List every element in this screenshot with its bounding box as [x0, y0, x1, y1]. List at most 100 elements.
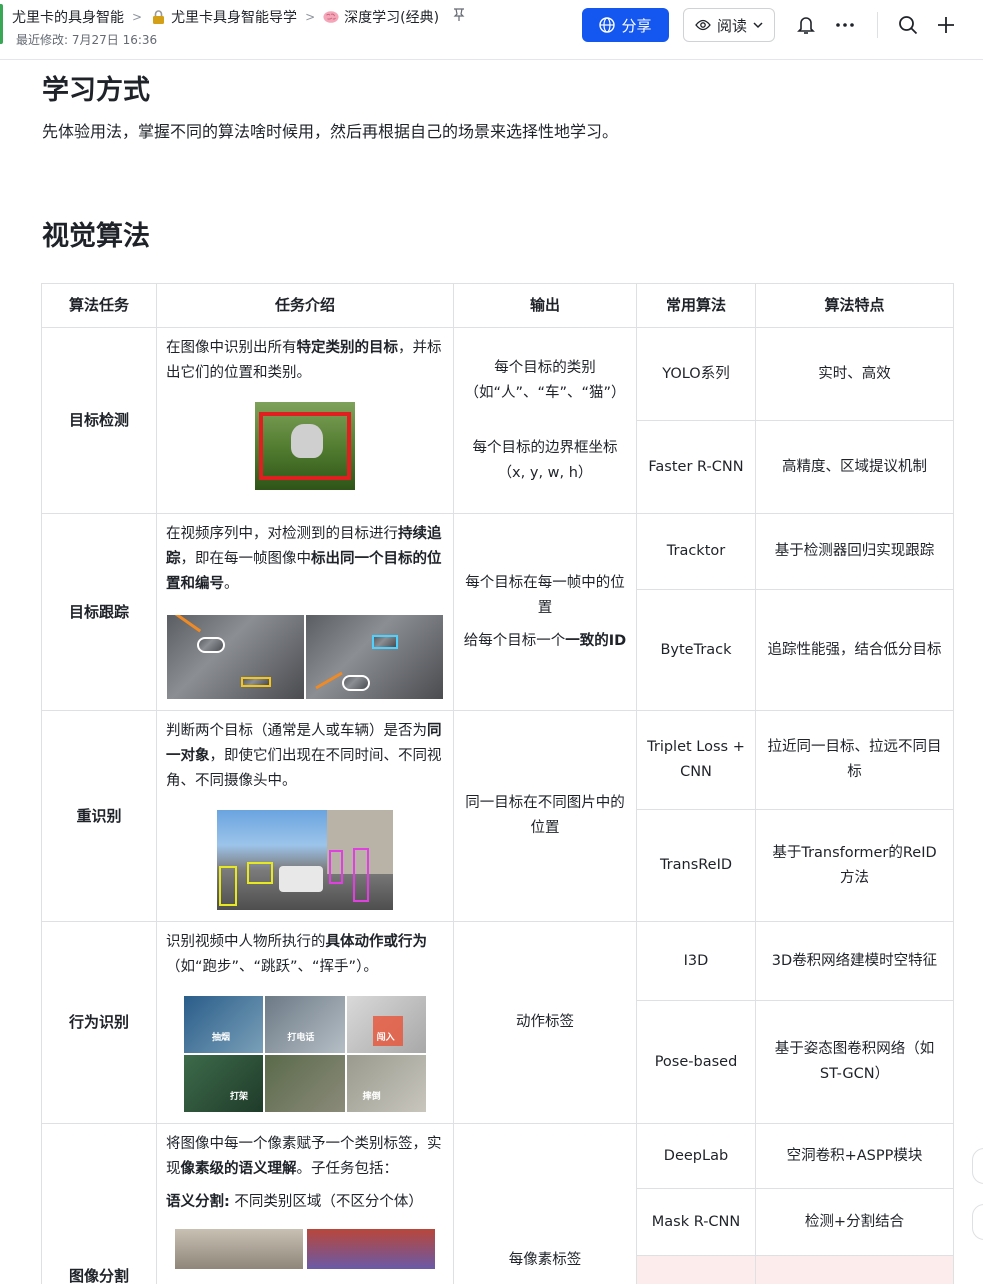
- feature-cell: 基于Transformer的ReID方法: [755, 809, 954, 922]
- intro-text: 。子任务包括：: [296, 1161, 399, 1177]
- subtask-label: 语义分割:: [166, 1194, 230, 1210]
- breadcrumb-item-guide[interactable]: 尤里卡具身智能导学: [171, 7, 297, 27]
- algorithm-cell: TransReID: [636, 809, 756, 922]
- intro-bold: 像素级的语义理解: [180, 1161, 297, 1177]
- floating-side-button[interactable]: [972, 1204, 983, 1240]
- header-divider: [877, 12, 878, 38]
- tracking-image: [167, 615, 443, 699]
- output-cell: 每个目标的类别（如“人”、“车”、“猫”） 每个目标的边界框坐标（x, y, w…: [453, 327, 637, 514]
- algorithm-cell: Faster R-CNN: [636, 420, 756, 514]
- share-label: 分享: [621, 16, 652, 35]
- breadcrumb-item-space[interactable]: 尤里卡的具身智能: [12, 7, 124, 27]
- reid-image: [217, 810, 393, 910]
- segmentation-image: [175, 1229, 435, 1269]
- feature-cell: 拉近同一目标、拉远不同目标: [755, 710, 954, 810]
- action-tag: 打架: [230, 1092, 249, 1102]
- feature-cell-highlighted: [755, 1255, 954, 1284]
- feature-cell: 实时、高效: [755, 327, 954, 421]
- tracking-frame: [306, 615, 443, 699]
- intro-text: （如“跑步”、“跳跃”、“挥手”）。: [166, 959, 378, 975]
- subtask-text: 不同类别区域（不区分个体）: [229, 1194, 423, 1210]
- intro-bold: 特定类别的目标: [296, 340, 399, 356]
- algorithm-cell: I3D: [636, 921, 756, 1001]
- algorithm-table: 算法任务 任务介绍 输出 常用算法 算法特点 目标检测 在图像中识别出所有特定类…: [41, 283, 954, 1284]
- action-frame: 抽烟: [184, 996, 264, 1053]
- eye-icon: [695, 19, 711, 31]
- output-text-part: 给每个目标一个: [463, 632, 566, 649]
- floating-side-button[interactable]: [972, 1148, 983, 1184]
- bell-icon[interactable]: [793, 12, 819, 38]
- task-cell: 行为识别: [41, 921, 157, 1124]
- task-cell: 重识别: [41, 710, 157, 922]
- table-row: 重识别 判断两个目标（通常是人或车辆）是否为同一对象，即使它们出现在不同时间、不…: [41, 710, 954, 922]
- segmentation-frame: [307, 1229, 435, 1269]
- output-cell: 每像素标签: [453, 1123, 637, 1284]
- task-cell: 目标跟踪: [41, 513, 157, 711]
- feature-cell: 基于姿态图卷积网络（如ST-GCN）: [755, 1000, 954, 1124]
- feature-cell: 基于检测器回归实现跟踪: [755, 513, 954, 590]
- intro-bold: 具体动作或行为: [325, 934, 428, 950]
- action-recognition-image: 抽烟 打电话 闯入 打架 摔倒: [184, 996, 426, 1112]
- last-modified: 最近修改: 7月27日 16:36: [16, 33, 158, 47]
- breadcrumb: 尤里卡的具身智能 > 尤里卡具身智能导学 > 深度学习(经典): [12, 7, 465, 27]
- globe-icon: [599, 17, 616, 33]
- output-cell: 每个目标在每一帧中的位置 给每个目标一个一致的ID: [453, 513, 637, 711]
- brain-emoji-icon: [323, 9, 339, 25]
- chevron-right-icon: >: [305, 10, 316, 24]
- algorithm-cell: ByteTrack: [636, 589, 756, 711]
- table-row: 行为识别 识别视频中人物所执行的具体动作或行为 （如“跑步”、“跳跃”、“挥手”）…: [41, 921, 954, 1124]
- algorithm-cell-highlighted: [636, 1255, 756, 1284]
- feature-cell: 高精度、区域提议机制: [755, 420, 954, 514]
- plus-icon[interactable]: [933, 12, 959, 38]
- action-tag: 摔倒: [362, 1092, 381, 1102]
- table-row: 目标检测 在图像中识别出所有特定类别的目标，并标出它们的位置和类别。 每个目标的…: [41, 327, 954, 514]
- lock-icon: [150, 9, 166, 25]
- intro-cell: 在图像中识别出所有特定类别的目标，并标出它们的位置和类别。: [156, 327, 454, 514]
- algorithm-cell: YOLO系列: [636, 327, 756, 421]
- action-tag: 打电话: [287, 1033, 315, 1043]
- more-icon[interactable]: [832, 12, 858, 38]
- task-cell: 目标检测: [41, 327, 157, 514]
- action-tag: 闯入: [376, 1033, 395, 1043]
- action-frame: 打架: [184, 1055, 264, 1112]
- algorithm-cell: Pose-based: [636, 1000, 756, 1124]
- intro-cell: 判断两个目标（通常是人或车辆）是否为同一对象，即使它们出现在不同时间、不同视角、…: [156, 710, 454, 922]
- task-cell: 图像分割: [41, 1123, 157, 1284]
- intro-text: ，即在每一帧图像中: [180, 551, 312, 567]
- action-frame: [265, 1055, 345, 1112]
- action-frame: 打电话: [265, 996, 345, 1053]
- intro-cell: 在视频序列中，对检测到的目标进行持续追踪，即在每一帧图像中标出同一个目标的位置和…: [156, 513, 454, 711]
- heading-learning-method: 学习方式: [42, 75, 150, 106]
- pin-icon[interactable]: [453, 8, 465, 26]
- sidebar-edge[interactable]: [0, 4, 3, 44]
- output-text: 每个目标的边界框坐标（x, y, w, h）: [472, 439, 618, 481]
- intro-text: 在视频序列中，对检测到的目标进行: [166, 526, 398, 542]
- top-bar: 尤里卡的具身智能 > 尤里卡具身智能导学 > 深度学习(经典) 最近修改: 7月…: [0, 0, 983, 60]
- action-frame: 摔倒: [346, 1055, 426, 1112]
- intro-text: 在图像中识别出所有: [166, 340, 297, 356]
- table-row: 目标跟踪 在视频序列中，对检测到的目标进行持续追踪，即在每一帧图像中标出同一个目…: [41, 513, 954, 711]
- feature-cell: 追踪性能强，结合低分目标: [755, 589, 954, 711]
- read-mode-button[interactable]: 阅读: [683, 8, 775, 42]
- algorithm-cell: Tracktor: [636, 513, 756, 590]
- header-features: 算法特点: [755, 283, 954, 328]
- header-task: 算法任务: [41, 283, 157, 328]
- algorithm-cell: Mask R-CNN: [636, 1188, 756, 1256]
- read-label: 阅读: [716, 16, 747, 35]
- breadcrumb-item-doc[interactable]: 深度学习(经典): [344, 7, 439, 27]
- intro-cell: 将图像中每一个像素赋予一个类别标签，实现像素级的语义理解。子任务包括： 语义分割…: [156, 1123, 454, 1284]
- learning-method-text: 先体验用法，掌握不同的算法啥时候用，然后再根据自己的场景来选择性地学习。: [42, 122, 619, 141]
- header-intro: 任务介绍: [156, 283, 454, 328]
- segmentation-frame: [175, 1229, 303, 1269]
- chevron-right-icon: >: [132, 10, 143, 24]
- search-icon[interactable]: [895, 12, 921, 38]
- tracking-frame: [167, 615, 304, 699]
- header-algorithms: 常用算法: [636, 283, 756, 328]
- cat-detection-image: [255, 402, 355, 490]
- table-header-row: 算法任务 任务介绍 输出 常用算法 算法特点: [41, 283, 954, 328]
- share-button[interactable]: 分享: [582, 8, 669, 42]
- table-row: 图像分割 将图像中每一个像素赋予一个类别标签，实现像素级的语义理解。子任务包括：…: [41, 1123, 954, 1284]
- output-cell: 动作标签: [453, 921, 637, 1124]
- intro-text: 识别视频中人物所执行的: [166, 934, 326, 950]
- action-tag: 抽烟: [212, 1033, 231, 1043]
